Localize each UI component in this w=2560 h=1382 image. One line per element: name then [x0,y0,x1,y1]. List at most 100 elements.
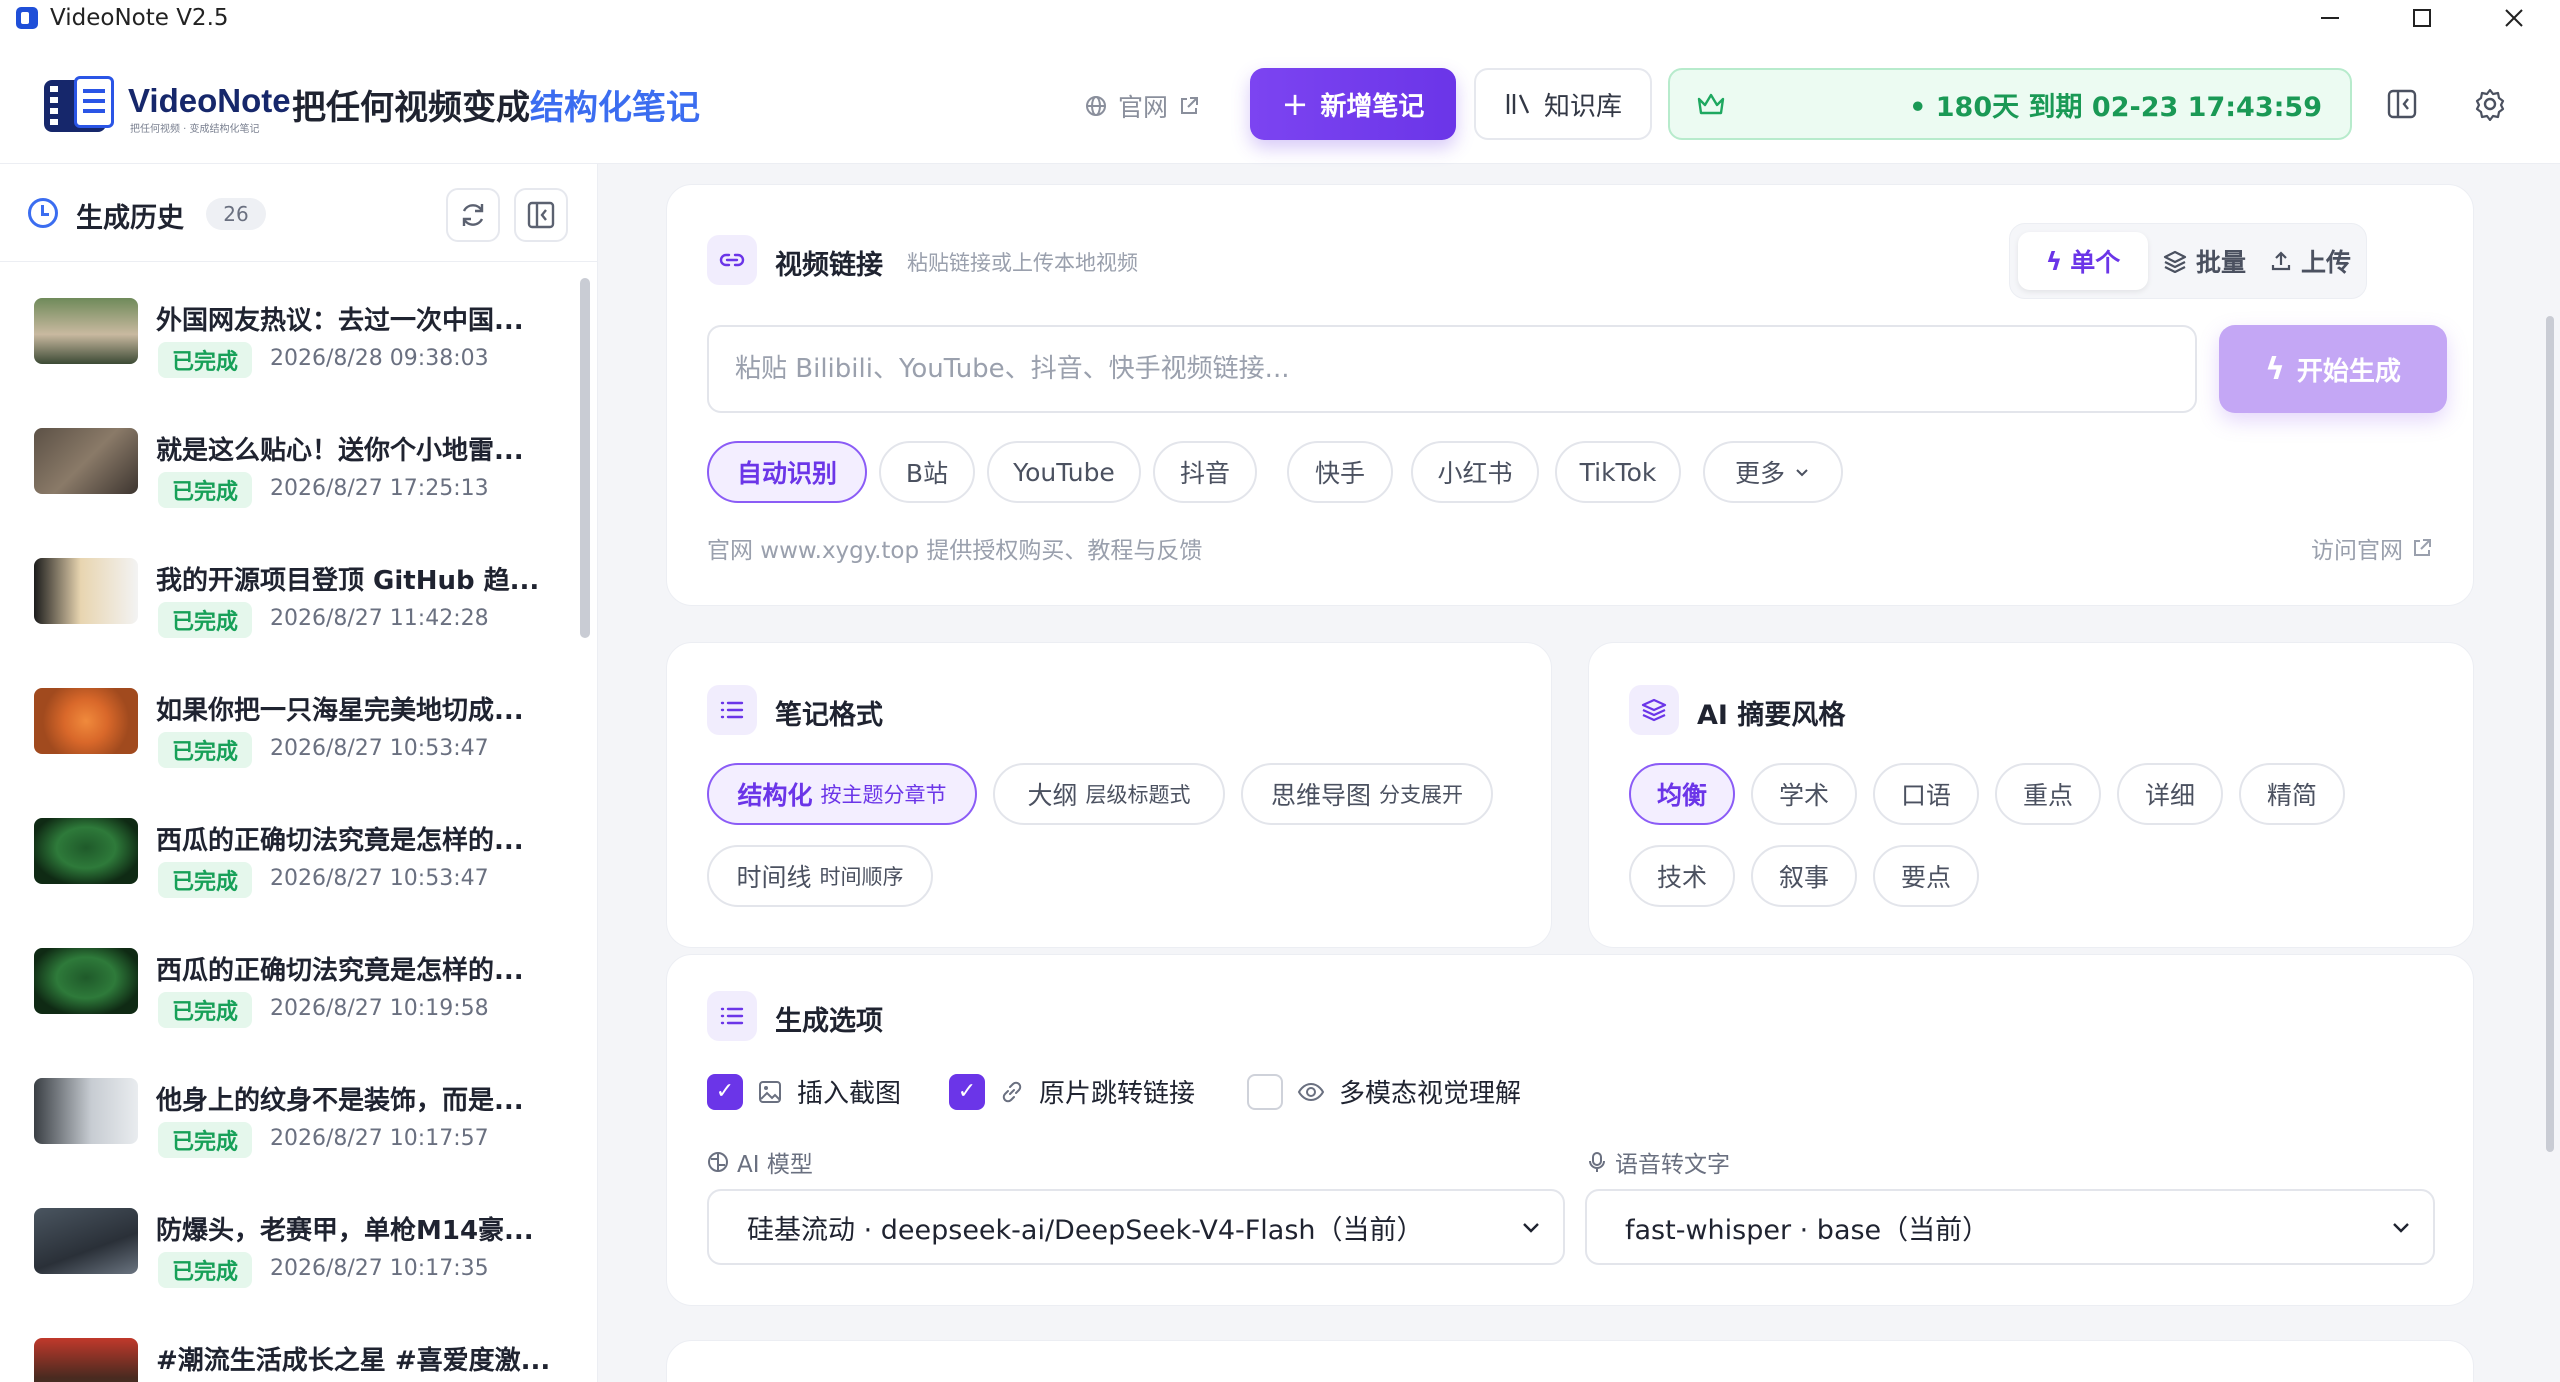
history-item-time: 2026/8/27 10:53:47 [270,736,489,761]
history-item[interactable]: 西瓜的正确切法究竟是怎样的... 已完成 2026/8/27 10:53:47 [0,784,580,914]
chip-label: 自动识别 [736,459,837,488]
sidebar-toggle-icon [2387,89,2417,119]
note-format-title: 笔记格式 [775,700,883,731]
history-item[interactable]: 西瓜的正确切法究竟是怎样的... 已完成 2026/8/27 10:19:58 [0,914,580,1044]
history-item[interactable]: 我的开源项目登顶 GitHub 趋... 已完成 2026/8/27 11:42… [0,524,580,654]
video-thumbnail [34,298,138,364]
ai-model-select[interactable]: 硅基流动 · deepseek-ai/DeepSeek-V4-Flash（当前） [707,1189,1565,1265]
insert-screenshot-option[interactable]: ✓ 插入截图 [707,1073,901,1110]
minimize-button[interactable] [2284,0,2376,36]
history-item[interactable]: 他身上的纹身不是装饰，而是... 已完成 2026/8/27 10:17:57 [0,1044,580,1174]
chip-label: 大纲 [1027,781,1078,810]
history-item-title: 西瓜的正确切法究竟是怎样的... [156,826,524,856]
source-jump-link-option[interactable]: ✓ 原片跳转链接 [949,1073,1195,1110]
chip-label: 更多 [1734,459,1785,488]
multimodal-vision-label: 多模态视觉理解 [1339,1079,1522,1109]
source-jump-link-checkbox[interactable]: ✓ [949,1073,985,1110]
maximize-button[interactable] [2376,0,2468,36]
close-window-button[interactable] [2468,0,2560,36]
format-structured-chip[interactable]: 结构化 按主题分章节 [707,763,977,825]
new-note-button[interactable]: + 新增笔记 [1250,68,1456,140]
mode-batch-tab[interactable]: 批量 [2152,232,2256,290]
main-scrollbar[interactable] [2546,316,2554,1152]
history-item-title: 我的开源项目登顶 GitHub 趋... [156,566,540,596]
multimodal-vision-checkbox[interactable] [1247,1073,1283,1110]
style-keypoint-chip[interactable]: 重点 [1995,763,2101,825]
platform-chip-auto[interactable]: 自动识别 [707,441,867,503]
chip-label: 精简 [2266,781,2317,810]
asr-label: 语音转文字 [1587,1145,1730,1179]
style-balanced-chip[interactable]: 均衡 [1629,763,1735,825]
style-detailed-chip[interactable]: 详细 [2117,763,2223,825]
knowledge-base-button[interactable]: 知识库 [1474,68,1652,140]
slogan-prefix: 把任何视频变成 [292,88,530,128]
chip-label: 口语 [1900,781,1951,810]
asr-select[interactable]: fast-whisper · base（当前） [1585,1189,2435,1265]
image-icon [759,1080,781,1103]
status-badge: 已完成 [158,732,253,768]
external-link-icon [1181,97,1199,114]
generation-options-title: 生成选项 [775,1006,883,1037]
visit-official-link[interactable]: 访问官网 [2311,531,2433,565]
layers-section-icon [1629,685,1679,735]
mode-upload-tab[interactable]: 上传 [2260,232,2360,290]
history-item-title: #潮流生活成长之星 #喜爱度激... [156,1346,551,1376]
history-item[interactable]: 外国网友热议：去过一次中国... 已完成 2026/8/28 09:38:03 [0,264,580,394]
multimodal-vision-option[interactable]: 多模态视觉理解 [1247,1073,1521,1110]
chevron-down-icon [2393,1223,2409,1233]
chip-label: 详细 [2144,781,2195,810]
platform-chip-tiktok[interactable]: TikTok [1555,441,1681,503]
mode-upload-label: 上传 [2300,248,2351,277]
maximize-icon [2413,9,2431,27]
history-item-time: 2026/8/27 17:25:13 [270,476,489,501]
chip-label: B站 [905,459,949,488]
app-header: VideoNote 把任何视频 · 变成结构化笔记 把任何视频变成结构化笔记 官… [0,36,2560,164]
platform-chip-xiaohongshu[interactable]: 小红书 [1411,441,1539,503]
note-format-card: 笔记格式 结构化 按主题分章节 大纲 层级标题式 思维导图 分支展开 时间线 时间顺序 [666,642,1552,948]
history-item[interactable]: 如果你把一只海星完美地切成... 已完成 2026/8/27 10:53:47 [0,654,580,784]
style-essentials-chip[interactable]: 要点 [1873,845,1979,907]
bolt-icon: ϟ [2045,246,2063,276]
format-outline-chip[interactable]: 大纲 层级标题式 [993,763,1225,825]
format-timeline-chip[interactable]: 时间线 时间顺序 [707,845,933,907]
style-technical-chip[interactable]: 技术 [1629,845,1735,907]
video-link-card: 视频链接 粘贴链接或上传本地视频 ϟ 单个 批量 上传 ϟ 开始生成 自动识别 … [666,184,2474,606]
mode-single-tab[interactable]: ϟ 单个 [2018,232,2148,290]
start-generate-button[interactable]: ϟ 开始生成 [2219,325,2447,413]
platform-chip-douyin[interactable]: 抖音 [1153,441,1257,503]
chevron-down-icon [1523,1223,1539,1233]
platform-chip-youtube[interactable]: YouTube [987,441,1141,503]
style-concise-chip[interactable]: 精简 [2239,763,2345,825]
window-titlebar: VideoNote V2.5 [0,0,2560,36]
chip-label: 学术 [1778,781,1829,810]
vip-status-box[interactable]: • 180天 到期 02-23 17:43:59 [1668,68,2352,140]
history-item[interactable]: 防爆头，老赛甲，单枪M14豪... 已完成 2026/8/27 10:17:35 [0,1174,580,1304]
status-badge: 已完成 [158,472,253,508]
platform-chip-bilibili[interactable]: B站 [879,441,975,503]
style-colloquial-chip[interactable]: 口语 [1873,763,1979,825]
platform-chip-kuaishou[interactable]: 快手 [1287,441,1393,503]
official-site-link[interactable]: 官网 [1084,86,1200,126]
link-icon [1002,1081,1022,1102]
video-thumbnail [34,818,138,884]
eye-icon [1297,1082,1325,1101]
toggle-panel-button[interactable] [2382,84,2422,124]
video-url-input[interactable] [707,325,2197,413]
insert-screenshot-checkbox[interactable]: ✓ [707,1073,743,1110]
history-list: 外国网友热议：去过一次中国... 已完成 2026/8/28 09:38:03 … [0,264,580,1382]
style-academic-chip[interactable]: 学术 [1751,763,1857,825]
refresh-button[interactable] [446,188,500,242]
video-thumbnail [34,688,138,754]
platform-chip-more[interactable]: 更多 [1703,441,1843,503]
asr-label-text: 语音转文字 [1615,1152,1730,1178]
crown-icon [1697,93,1725,115]
format-mindmap-chip[interactable]: 思维导图 分支展开 [1241,763,1493,825]
sidebar-scrollbar[interactable] [580,278,590,638]
style-narrative-chip[interactable]: 叙事 [1751,845,1857,907]
list-icon [707,685,757,735]
collapse-sidebar-button[interactable] [514,188,568,242]
settings-button[interactable] [2470,84,2510,124]
history-item[interactable]: 就是这么贴心！送你个小地雷... 已完成 2026/8/27 17:25:13 [0,394,580,524]
generation-options-card: 生成选项 ✓ 插入截图 ✓ 原片跳转链接 多模态视觉理解 AI 模型 硅基流动 … [666,954,2474,1306]
history-item[interactable]: #潮流生活成长之星 #喜爱度激... [0,1304,580,1382]
